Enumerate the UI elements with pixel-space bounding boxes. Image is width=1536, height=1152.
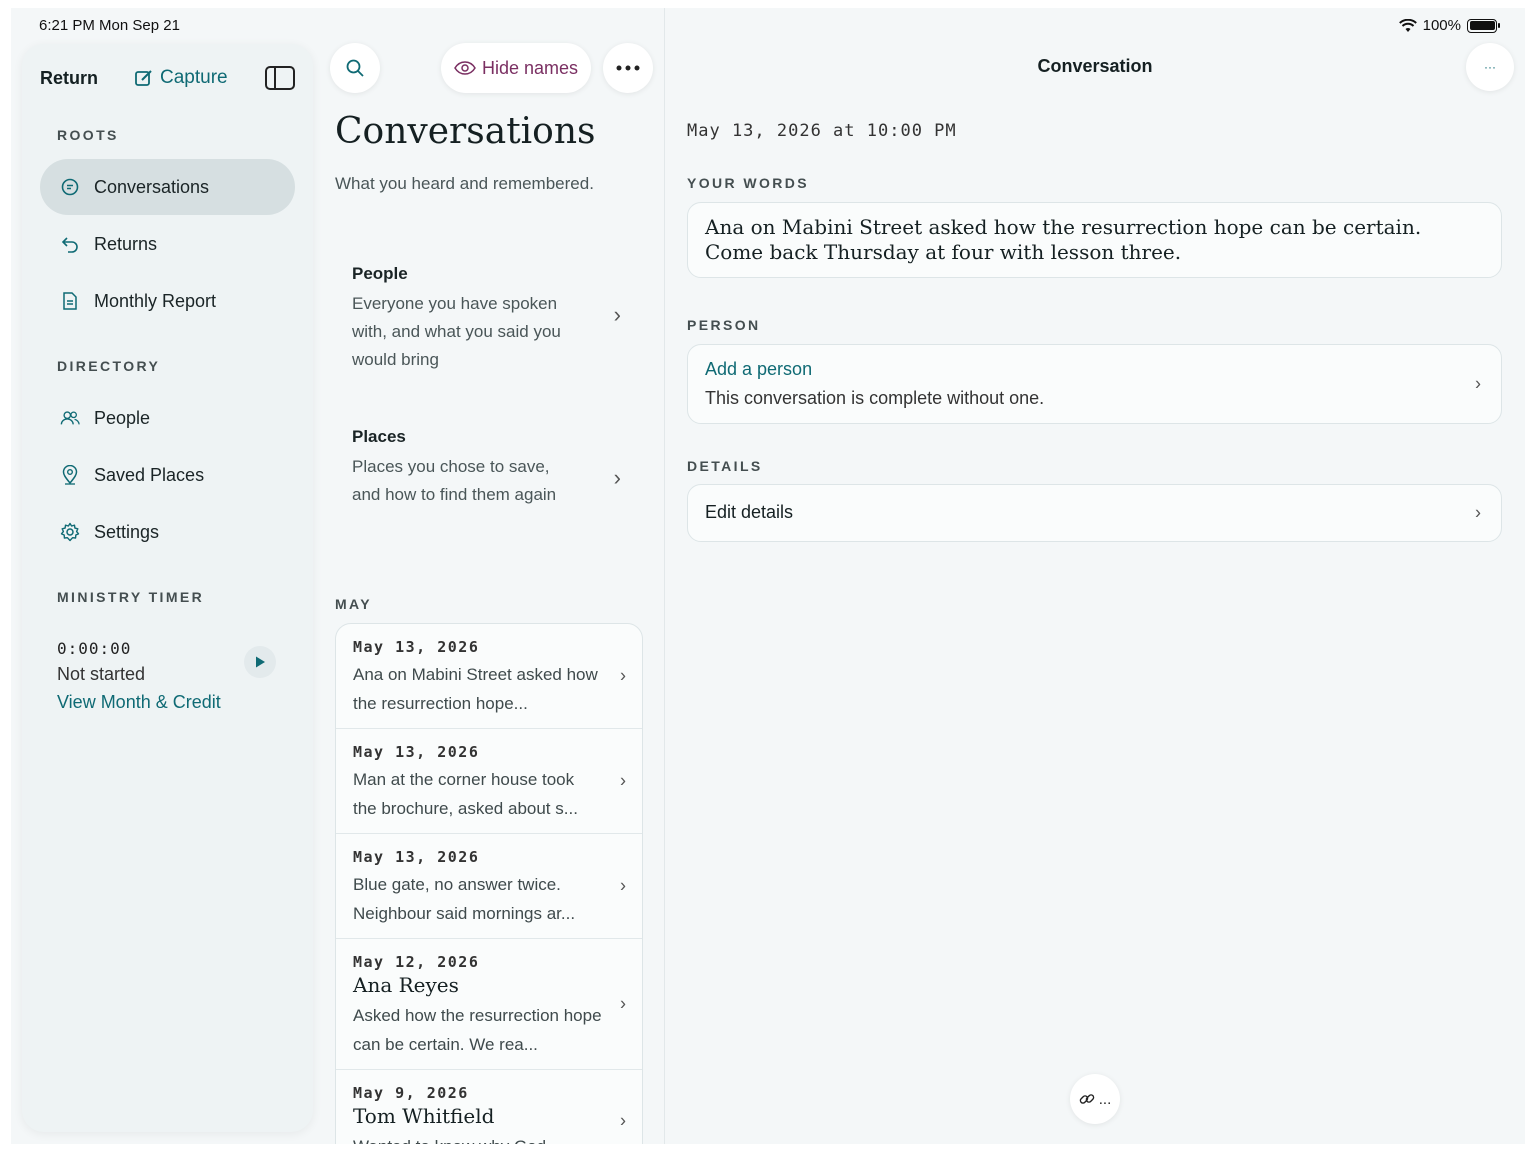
person-label: PERSON <box>687 317 761 333</box>
row-person-name: Ana Reyes <box>353 973 459 997</box>
chat-bubble-icon <box>60 177 80 197</box>
search-icon <box>346 59 364 77</box>
ipad-screen: 6:21 PM Mon Sep 21 100% Return Capture R… <box>11 8 1525 1144</box>
sidebar-item-label: Saved Places <box>94 464 205 485</box>
return-button[interactable]: Return <box>40 68 98 89</box>
page-title: Conversations <box>335 111 596 152</box>
row-preview: Man at the corner house took the brochur… <box>353 770 578 818</box>
status-time: 6:21 PM Mon Sep 21 <box>39 17 180 34</box>
hide-names-button[interactable]: Hide names <box>441 43 591 93</box>
row-date: May 13, 2026 <box>353 743 480 761</box>
hide-names-label: Hide names <box>481 57 579 78</box>
details-label: DETAILS <box>687 458 763 474</box>
conversation-date: May 13, 2026 at 10:00 PM <box>687 121 957 141</box>
link-button[interactable]: ... <box>1070 1074 1120 1124</box>
row-preview: Ana on Mabini Street asked how the resur… <box>353 665 598 713</box>
sidebar-item-label: Monthly Report <box>94 290 217 311</box>
sidebar-item-saved-places[interactable]: Saved Places <box>40 447 295 503</box>
detail-title: Conversation <box>1037 56 1153 76</box>
category-title: Places <box>352 427 406 446</box>
conversation-detail: Conversation ··· May 13, 2026 at 10:00 P… <box>665 8 1525 1144</box>
category-title: People <box>352 264 408 283</box>
add-person-card[interactable]: Add a person This conversation is comple… <box>687 344 1502 424</box>
sidebar-item-settings[interactable]: Settings <box>40 504 295 560</box>
capture-label: Capture <box>160 67 228 88</box>
list-item[interactable]: May 13, 2026 Blue gate, no answer twice.… <box>336 834 642 939</box>
places-category[interactable]: Places Places you chose to save, and how… <box>335 427 643 509</box>
sidebar-item-returns[interactable]: Returns <box>40 216 295 272</box>
your-words-text: Ana on Mabini Street asked how the resur… <box>705 215 1422 264</box>
map-pin-icon <box>60 465 80 485</box>
more-options-button[interactable] <box>603 43 653 93</box>
link-icon <box>1079 1094 1094 1104</box>
sidebar-toolbar: Return Capture <box>40 58 295 98</box>
row-date: May 13, 2026 <box>353 848 480 866</box>
people-category[interactable]: People Everyone you have spoken with, an… <box>335 264 643 374</box>
sidebar-item-label: Settings <box>94 521 160 542</box>
conversation-list: May 13, 2026 Ana on Mabini Street asked … <box>335 623 643 1144</box>
list-item[interactable]: May 12, 2026 Ana Reyes Asked how the res… <box>336 939 642 1070</box>
row-date: May 13, 2026 <box>353 638 480 656</box>
sidebar-toggle-icon[interactable] <box>265 66 295 90</box>
row-date: May 12, 2026 <box>353 953 480 971</box>
row-person-name: Tom Whitfield <box>353 1104 495 1128</box>
conversations-column: Hide names Conversations What you heard … <box>324 8 664 1144</box>
people-icon <box>60 408 80 428</box>
timer-play-button[interactable] <box>244 646 276 678</box>
list-item[interactable]: May 13, 2026 Man at the corner house too… <box>336 729 642 834</box>
eye-icon <box>454 61 476 75</box>
sidebar-item-conversations[interactable]: Conversations <box>40 159 295 215</box>
page-subtitle: What you heard and remembered. <box>335 174 594 193</box>
chevron-right-icon: › <box>620 1110 626 1130</box>
ministry-timer-label: MINISTRY TIMER <box>57 589 205 605</box>
chevron-right-icon: › <box>620 770 626 791</box>
play-icon <box>256 656 265 668</box>
row-preview: Blue gate, no answer twice. Neighbour sa… <box>353 875 576 923</box>
sidebar-item-people[interactable]: People <box>40 390 295 446</box>
sidebar: Return Capture ROOTS Conversations Retur… <box>22 44 313 1132</box>
view-month-credit-link[interactable]: View Month & Credit <box>57 692 221 713</box>
your-words-label: YOUR WORDS <box>687 175 809 191</box>
row-preview: Asked how the resurrection hope can be c… <box>353 1006 602 1054</box>
list-item[interactable]: May 13, 2026 Ana on Mabini Street asked … <box>336 624 642 729</box>
your-words-card[interactable]: Ana on Mabini Street asked how the resur… <box>687 202 1502 278</box>
month-section-label: MAY <box>335 596 373 612</box>
chevron-right-icon: › <box>613 302 621 327</box>
chevron-right-icon: › <box>620 875 626 896</box>
link-ellipsis: ... <box>1098 1090 1112 1108</box>
search-button[interactable] <box>330 43 380 93</box>
edit-details-row[interactable]: Edit details › <box>687 484 1502 542</box>
row-date: May 9, 2026 <box>353 1084 469 1102</box>
return-arrow-icon <box>60 234 80 254</box>
timer-value: 0:00:00 <box>57 639 132 658</box>
ellipsis-icon <box>616 65 640 71</box>
chevron-right-icon: › <box>1475 373 1481 394</box>
capture-button[interactable]: Capture <box>134 67 228 89</box>
chevron-right-icon: › <box>620 665 626 686</box>
roots-section-label: ROOTS <box>57 127 119 143</box>
document-icon <box>60 291 80 311</box>
chevron-right-icon: › <box>620 993 626 1014</box>
edit-icon <box>135 70 152 86</box>
timer-status: Not started <box>57 664 146 684</box>
ellipsis-icon: ··· <box>1484 60 1496 74</box>
add-person-link[interactable]: Add a person <box>705 359 1484 380</box>
sidebar-item-label: People <box>94 407 151 428</box>
sidebar-item-label: Returns <box>94 233 158 254</box>
list-item[interactable]: May 9, 2026 Tom Whitfield Wanted to know… <box>336 1070 642 1144</box>
edit-details-label: Edit details <box>705 502 794 522</box>
chevron-right-icon: › <box>613 465 621 490</box>
person-note: This conversation is complete without on… <box>705 388 1045 408</box>
chevron-right-icon: › <box>1475 502 1481 523</box>
row-preview: Wanted to know why God... <box>353 1132 602 1144</box>
category-description: Everyone you have spoken with, and what … <box>352 294 561 369</box>
detail-more-button[interactable]: ··· <box>1466 43 1514 91</box>
sidebar-item-label: Conversations <box>94 176 210 197</box>
directory-section-label: DIRECTORY <box>57 358 161 374</box>
sidebar-item-monthly-report[interactable]: Monthly Report <box>40 273 295 329</box>
gear-icon <box>60 522 80 542</box>
category-description: Places you chose to save, and how to fin… <box>352 457 557 504</box>
